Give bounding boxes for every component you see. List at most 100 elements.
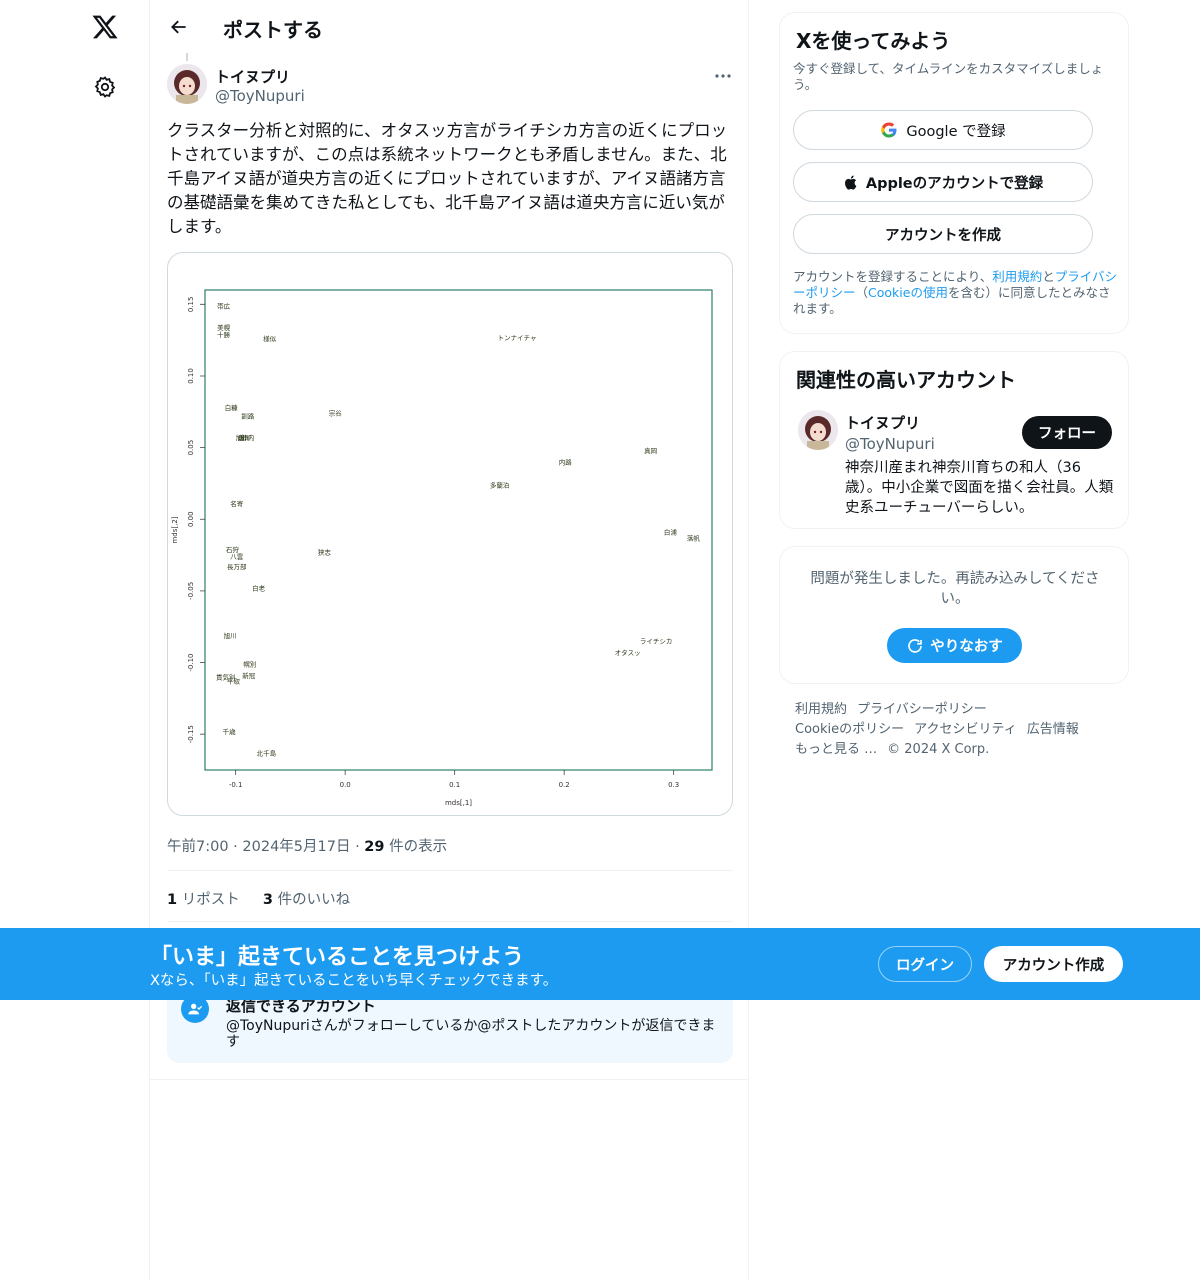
y-tick-label: -0.05 (187, 582, 195, 600)
thread-line (186, 53, 188, 61)
terms-link[interactable]: 利用規約 (992, 269, 1042, 284)
create-account-button[interactable]: アカウントを作成 (793, 214, 1093, 254)
banner-subtitle: Xなら、「いま」起きていることをいち早くチェックできます。 (150, 973, 558, 989)
author-avatar[interactable] (167, 64, 207, 104)
x-tick-label: 0.2 (559, 781, 570, 789)
repost-stat[interactable]: 1 リポスト (167, 892, 240, 908)
footer-link[interactable]: Cookieのポリシー (795, 722, 904, 737)
divider (150, 1079, 748, 1080)
login-button[interactable]: ログイン (878, 946, 972, 982)
footer-link[interactable]: プライバシーポリシー (857, 702, 987, 717)
apple-signup-button[interactable]: Appleのアカウントで登録 (793, 162, 1093, 202)
point-label: オタスッ (615, 648, 641, 657)
signup-subtitle: 今すぐ登録して、タイムラインをカスタマイズしましょう。 (793, 61, 1104, 92)
google-icon (881, 122, 897, 138)
page-header: ポストする (150, 0, 750, 53)
divider (167, 921, 733, 922)
y-tick-label: 0.15 (187, 297, 195, 313)
divider (167, 870, 733, 871)
footer-links: 利用規約 プライバシーポリシー Cookieのポリシー アクセシビリティ 広告情報 も… (795, 700, 1115, 760)
follow-button[interactable]: フォロー (1022, 416, 1112, 449)
point-label: 八雲 (230, 553, 244, 561)
error-card: 問題が発生しました。再読み込みしてください。 やりなおす (779, 546, 1129, 684)
related-title: 関連性の高いアカウント (796, 368, 1016, 392)
cookie-link[interactable]: Cookieの使用 (868, 285, 948, 300)
signup-card: Xを使ってみよう 今すぐ登録して、タイムラインをカスタマイズしましょう。 Goo… (779, 12, 1129, 334)
y-axis-label: mds[,2] (171, 516, 179, 543)
more-options-button[interactable] (711, 64, 735, 88)
post-stats: 1 リポスト 3 件のいいね (167, 888, 350, 909)
main-column: ポストする トイヌプリ @ToyNupuri クラスター分析と対照的に、オタスッ… (149, 0, 749, 1280)
point-label: 帯広 (217, 301, 231, 310)
point-label: ライチシカ (640, 638, 673, 646)
related-handle[interactable]: @ToyNupuri (845, 435, 935, 453)
point-label: 狭志 (318, 548, 332, 557)
point-label: 多蘭泊 (490, 480, 510, 489)
y-tick-label: 0.00 (187, 511, 195, 527)
x-axis-label: mds[,1] (445, 799, 472, 807)
x-tick-label: 0.1 (449, 781, 460, 789)
reply-restriction-description: @ToyNupuriさんがフォローしているか@ポストしたアカウントが返信できます (226, 1018, 716, 1050)
point-label: 宗谷 (329, 409, 343, 418)
point-label: 平取 (227, 678, 241, 686)
footer-link[interactable]: 広告情報 (1027, 722, 1079, 737)
post-image[interactable]: -0.1 0.0 0.1 0.2 0.3 -0.15 -0.10 -0.05 0.00 0.05 0… (167, 252, 733, 816)
point-label: 内路 (559, 457, 573, 466)
more-dots-icon (715, 74, 731, 78)
refresh-icon (908, 638, 923, 653)
y-tick-label: 0.10 (187, 368, 195, 384)
point-label: 白老 (252, 584, 266, 593)
point-label: 白浦 (664, 528, 678, 537)
point-label: 幌別 (243, 659, 256, 668)
post-date[interactable]: 2024年5月17日 (242, 839, 350, 855)
point-label: 千歳 (223, 727, 237, 736)
related-name[interactable]: トイヌプリ (845, 412, 920, 433)
author-name[interactable]: トイヌプリ (215, 66, 290, 87)
point-label: 落帆 (687, 533, 701, 542)
back-button[interactable] (162, 10, 196, 44)
footer-link[interactable]: 利用規約 (795, 702, 847, 717)
left-nav (0, 0, 150, 1280)
banner-title: 「いま」起きていることを見つけよう (150, 945, 525, 970)
mds-scatter-chart: -0.1 0.0 0.1 0.2 0.3 -0.15 -0.10 -0.05 0.00 0.05 0… (171, 289, 713, 807)
post-meta: 午前7:00 · 2024年5月17日 · 29 件の表示 (167, 839, 448, 855)
arrow-left-icon (171, 20, 186, 34)
footer-link[interactable]: もっと見る … (795, 742, 877, 757)
point-label: 釧路 (241, 412, 255, 421)
point-label: 長万部 (227, 562, 247, 571)
google-signup-button[interactable]: Google で登録 (793, 110, 1093, 150)
apple-icon (844, 175, 857, 190)
x-tick-label: 0.0 (340, 781, 351, 789)
point-label: 北千島 (257, 748, 277, 757)
page-title: ポストする (223, 18, 323, 42)
point-label: 様似 (263, 334, 277, 343)
point-label: 旭川 (224, 631, 237, 640)
like-stat[interactable]: 3 件のいいね (263, 892, 350, 908)
point-label: 新冠 (242, 671, 256, 680)
plot-frame (204, 289, 713, 771)
login-banner: 「いま」起きていることを見つけよう Xなら、「いま」起きていることをいち早くチェ… (0, 928, 1200, 1000)
footer-link[interactable]: アクセシビリティ (914, 722, 1017, 737)
view-label: 件の表示 (389, 839, 448, 855)
point-label: 十勝 (217, 330, 231, 339)
y-tick-label: -0.15 (187, 725, 195, 743)
post-time[interactable]: 午前7:00 (167, 839, 229, 855)
banner-signup-button[interactable]: アカウント作成 (984, 946, 1123, 982)
x-tick-label: 0.3 (668, 781, 679, 789)
y-tick-label: 0.05 (187, 440, 195, 456)
author-handle[interactable]: @ToyNupuri (215, 87, 305, 105)
related-avatar[interactable] (798, 410, 838, 450)
x-tick-label: -0.1 (229, 781, 243, 789)
point-label: 白糠 (225, 403, 239, 412)
post-text: クラスター分析と対照的に、オタスッ方言がライチシカ方言の近くにプロットされていま… (167, 121, 728, 236)
terms-notice: アカウントを登録することにより、利用規約とプライバシーポリシー（Cookieの使… (793, 269, 1118, 316)
related-bio: 神奈川産まれ神奈川育ちの和人（36歳）。中小企業で図面を描く会社員。人類史系ユー… (845, 460, 1114, 516)
x-logo-icon[interactable] (82, 4, 128, 50)
view-count: 29 (364, 839, 385, 855)
point-label: トンナイチャ (498, 334, 537, 342)
copyright: © 2024 X Corp. (887, 742, 990, 757)
retry-button[interactable]: やりなおす (887, 628, 1022, 663)
gear-icon[interactable] (82, 64, 128, 110)
point-label: 鵡川 (238, 433, 251, 442)
point-label: 名寄 (230, 499, 244, 508)
